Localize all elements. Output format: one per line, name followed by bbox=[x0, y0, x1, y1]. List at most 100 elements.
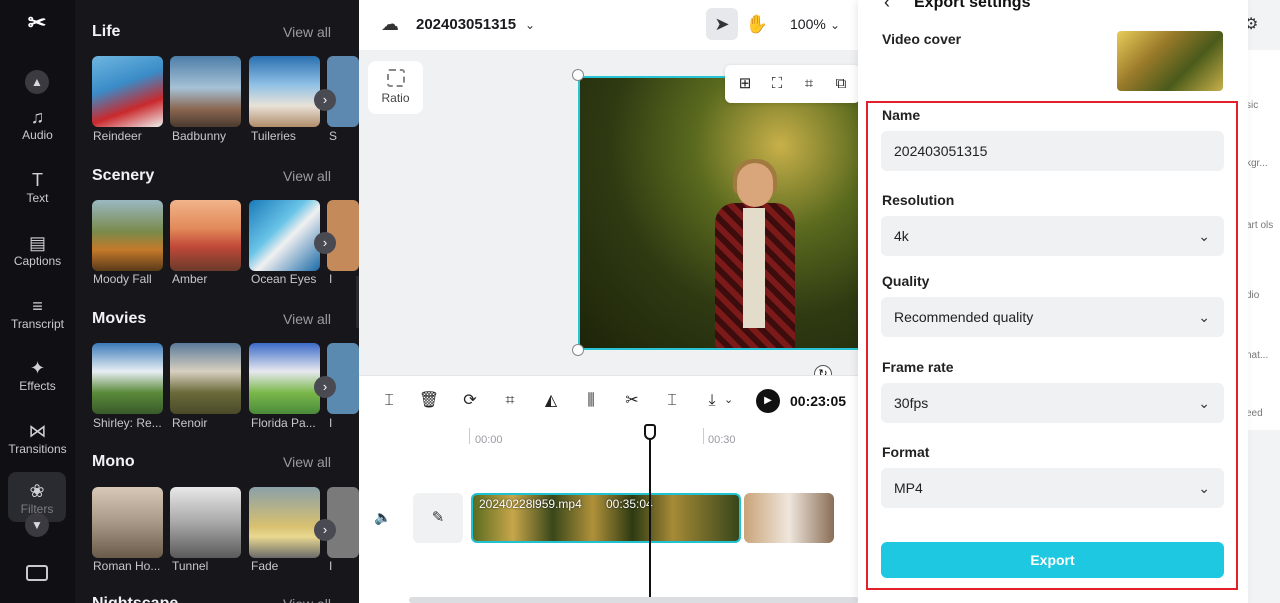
filter-thumb-fade[interactable] bbox=[249, 487, 320, 558]
filter-thumb-amber[interactable] bbox=[170, 200, 241, 271]
rail-item-label: Transcript bbox=[11, 317, 64, 331]
video-clip-2[interactable] bbox=[744, 493, 834, 543]
capcut-logo-icon: ✂ bbox=[27, 10, 47, 35]
resize-handle-top-left[interactable] bbox=[572, 69, 584, 81]
remove-background-icon[interactable]: ✂ bbox=[621, 390, 643, 412]
ratio-button[interactable]: Ratio bbox=[368, 61, 423, 114]
strip-label[interactable]: eed bbox=[1246, 408, 1263, 419]
filter-thumb-moody-fall[interactable] bbox=[92, 200, 163, 271]
flip-icon[interactable]: ◭ bbox=[540, 390, 562, 412]
rail-item-audio[interactable]: ♫ Audio bbox=[0, 106, 75, 142]
name-input[interactable]: 202403051315 bbox=[881, 131, 1224, 171]
project-name[interactable]: 202403051315 bbox=[416, 16, 516, 33]
chevron-down-icon: ⌄ bbox=[1198, 480, 1210, 496]
export-button[interactable]: Export bbox=[881, 542, 1224, 578]
filter-thumb-ocean-eyes[interactable] bbox=[249, 200, 320, 271]
split-icon[interactable]: ⌶ bbox=[378, 390, 400, 412]
filter-thumb-renoir[interactable] bbox=[170, 343, 241, 414]
delete-icon[interactable]: 🗑 bbox=[418, 390, 440, 412]
fit-icon[interactable]: ⛶ bbox=[766, 73, 788, 95]
add-image-icon[interactable]: ⊞ bbox=[734, 73, 756, 95]
zoom-level[interactable]: 100% bbox=[790, 16, 826, 32]
filter-label: Badbunny bbox=[172, 129, 227, 143]
rail-item-transcript[interactable]: ≡ Transcript bbox=[0, 295, 75, 331]
playhead-handle[interactable] bbox=[644, 424, 656, 440]
filter-thumb-florida[interactable] bbox=[249, 343, 320, 414]
filter-thumb-tunnel[interactable] bbox=[170, 487, 241, 558]
video-clip[interactable]: 20240228l959.mp4 00:35:04 bbox=[471, 493, 741, 543]
strip-label[interactable]: nat... bbox=[1246, 350, 1268, 361]
left-icon-rail: ✂ ▲ ♫ Audio T Text ▤ Captions ≡ Transcri… bbox=[0, 0, 75, 603]
filter-label: Amber bbox=[172, 272, 208, 286]
replace-icon[interactable]: ⧉ bbox=[830, 73, 852, 95]
clip-name: 20240228l959.mp4 bbox=[479, 497, 582, 511]
rail-item-transitions[interactable]: ⋈ Transitions bbox=[0, 420, 75, 456]
resize-handle-bottom-left[interactable] bbox=[572, 344, 584, 356]
speed-icon[interactable]: ⟳ bbox=[459, 390, 481, 412]
add-marker-icon[interactable]: ⌶ bbox=[661, 390, 683, 412]
select-tool-button[interactable]: ➤ bbox=[706, 8, 738, 40]
next-arrow-icon[interactable]: › bbox=[314, 519, 336, 541]
pencil-icon: ✎ bbox=[431, 509, 445, 526]
rail-item-effects[interactable]: ✦ Effects bbox=[0, 357, 75, 393]
download-icon[interactable]: ⤓ bbox=[701, 390, 723, 412]
next-arrow-icon[interactable]: › bbox=[314, 232, 336, 254]
chevron-down-icon[interactable]: ⌄ bbox=[830, 18, 840, 32]
filters-panel: Life View all Reindeer Badbunny Tuilerie… bbox=[75, 0, 359, 603]
next-arrow-icon[interactable]: › bbox=[314, 376, 336, 398]
ratio-label: Ratio bbox=[381, 91, 410, 105]
filter-thumb-roman[interactable] bbox=[92, 487, 163, 558]
chevron-down-icon[interactable]: ⌄ bbox=[525, 18, 535, 32]
strip-label[interactable]: kgr... bbox=[1246, 158, 1268, 169]
chevron-down-icon: ⌄ bbox=[1198, 395, 1210, 411]
view-all-mono-link[interactable]: View all bbox=[283, 454, 331, 470]
frame-rate-select[interactable]: 30fps ⌄ bbox=[881, 383, 1224, 423]
crop-icon[interactable]: ⌗ bbox=[499, 390, 521, 412]
keyboard-icon[interactable] bbox=[26, 565, 48, 581]
filter-thumb-reindeer[interactable] bbox=[92, 56, 163, 127]
crop-icon[interactable]: ⌗ bbox=[798, 73, 820, 95]
strip-label[interactable]: art ols bbox=[1246, 220, 1273, 231]
playhead[interactable] bbox=[649, 425, 651, 603]
volume-icon[interactable]: 🔈 bbox=[374, 509, 391, 526]
ruler-label: 00:00 bbox=[475, 434, 503, 446]
resolution-select[interactable]: 4k ⌄ bbox=[881, 216, 1224, 256]
section-title-mono: Mono bbox=[92, 453, 135, 470]
effects-icon: ✦ bbox=[29, 358, 46, 378]
back-arrow-icon[interactable]: ‹ bbox=[884, 0, 890, 13]
view-all-life-link[interactable]: View all bbox=[283, 24, 331, 40]
view-all-scenery-link[interactable]: View all bbox=[283, 168, 331, 184]
rail-item-captions[interactable]: ▤ Captions bbox=[0, 232, 75, 268]
scroll-up-icon[interactable]: ▲ bbox=[25, 70, 49, 94]
next-arrow-icon[interactable]: › bbox=[314, 89, 336, 111]
play-button[interactable]: ▶ bbox=[756, 389, 780, 413]
edit-cover-button[interactable]: ✎ bbox=[413, 493, 463, 543]
resolution-value: 4k bbox=[894, 228, 909, 244]
filter-label: Reindeer bbox=[93, 129, 142, 143]
view-all-nightscape-link[interactable]: View all bbox=[283, 596, 331, 603]
ruler-tick bbox=[469, 428, 470, 444]
view-all-movies-link[interactable]: View all bbox=[283, 311, 331, 327]
quality-value: Recommended quality bbox=[894, 309, 1034, 325]
filter-label: Moody Fall bbox=[93, 272, 152, 286]
chevron-down-icon[interactable]: ⌄ bbox=[724, 393, 733, 406]
quality-select[interactable]: Recommended quality ⌄ bbox=[881, 297, 1224, 337]
freeze-icon[interactable]: ⫼ bbox=[580, 390, 602, 412]
timeline-scrollbar[interactable] bbox=[409, 597, 859, 603]
scroll-down-icon[interactable]: ▼ bbox=[25, 513, 49, 537]
section-title-movies: Movies bbox=[92, 310, 147, 327]
filter-thumb-badbunny[interactable] bbox=[170, 56, 241, 127]
filter-thumb-shirley[interactable] bbox=[92, 343, 163, 414]
hand-tool-button[interactable]: ✋ bbox=[741, 8, 773, 40]
filter-thumb-tuileries[interactable] bbox=[249, 56, 320, 127]
cloud-icon[interactable]: ☁ bbox=[381, 14, 399, 35]
filter-label: Tuileries bbox=[251, 129, 296, 143]
format-select[interactable]: MP4 ⌄ bbox=[881, 468, 1224, 508]
rail-item-label: Audio bbox=[22, 128, 53, 142]
video-preview[interactable] bbox=[578, 76, 868, 350]
chevron-down-icon: ⌄ bbox=[1198, 309, 1210, 325]
text-icon: T bbox=[32, 170, 43, 190]
rail-item-text[interactable]: T Text bbox=[0, 169, 75, 205]
video-cover-thumbnail[interactable] bbox=[1117, 31, 1223, 91]
strip-label[interactable]: dio bbox=[1246, 290, 1259, 301]
